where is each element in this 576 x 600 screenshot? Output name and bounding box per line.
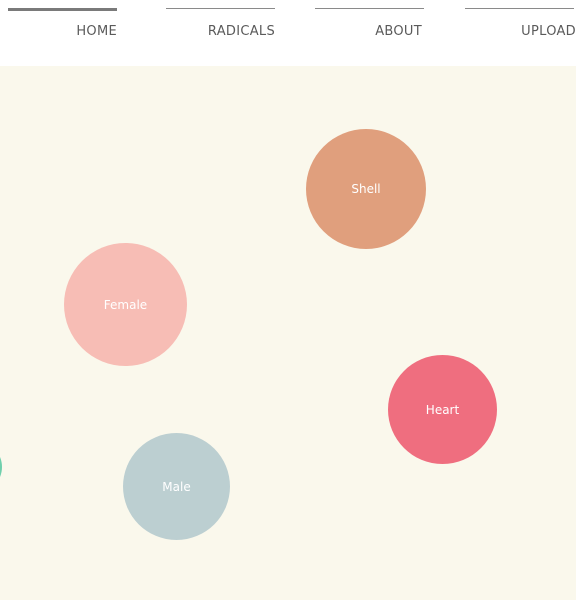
bubble-heart-label: Heart [425,402,460,417]
bubble-shell[interactable]: Shell [306,129,426,249]
nav-about-label: ABOUT [375,24,422,39]
bubble-heart[interactable]: Heart [388,355,497,464]
nav-about-indicator [315,8,424,9]
nav-home[interactable]: HOME [8,0,117,66]
bubble-female[interactable]: Female [64,243,187,366]
nav-home-indicator [8,8,117,11]
bubble-male[interactable]: Male [123,433,230,540]
top-navigation: HOME RADICALS ABOUT UPLOAD [0,0,576,66]
nav-radicals[interactable]: RADICALS [166,0,275,66]
nav-radicals-indicator [166,8,275,9]
bubble-shell-label: Shell [351,182,381,196]
nav-home-label: HOME [76,24,117,39]
nav-upload-indicator [465,8,574,9]
nav-radicals-label: RADICALS [207,24,275,39]
bubble-offscreen[interactable] [0,441,2,493]
bubble-female-label: Female [103,297,148,312]
bubble-male-label: Male [162,479,191,494]
nav-upload[interactable]: UPLOAD [465,0,576,66]
radicals-canvas: Shell Female Heart Male [0,66,576,600]
nav-about[interactable]: ABOUT [315,0,424,66]
nav-upload-label: UPLOAD [521,24,576,39]
